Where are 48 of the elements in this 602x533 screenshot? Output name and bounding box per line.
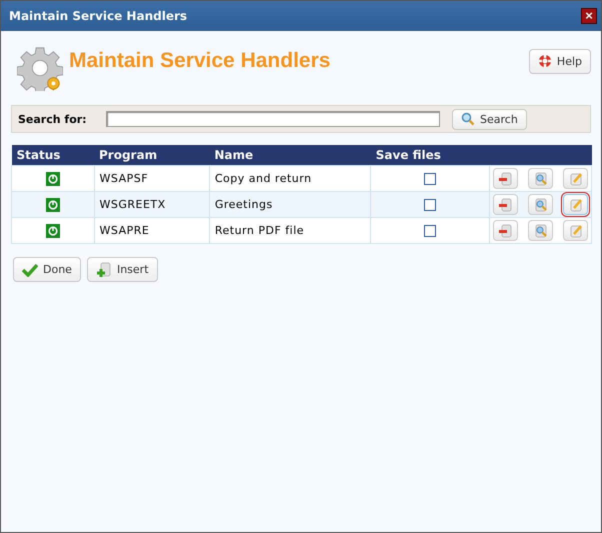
edit-button[interactable]: [563, 168, 588, 189]
checkmark-icon: [22, 262, 38, 276]
view-button[interactable]: [528, 220, 553, 241]
table-cell: Copy and return: [209, 166, 371, 192]
remove-document-icon: [498, 222, 514, 238]
delete-button[interactable]: [493, 168, 518, 189]
table-row[interactable]: WSGREETX Greetings: [12, 192, 592, 218]
add-document-icon: [96, 262, 112, 278]
remove-document-icon: [498, 170, 514, 186]
column-header: Status: [12, 145, 94, 166]
checkbox[interactable]: [424, 224, 436, 237]
table-row[interactable]: WSAPSF Copy and return: [12, 166, 592, 192]
table-cell: Greetings: [209, 192, 371, 218]
delete-button[interactable]: [493, 194, 518, 215]
magnifier-icon: [532, 196, 548, 212]
help-button[interactable]: Help: [528, 48, 591, 74]
window-title: Maintain Service Handlers: [9, 9, 188, 23]
table-cell: Return PDF file: [209, 218, 371, 244]
delete-button[interactable]: [493, 220, 518, 241]
done-button[interactable]: Done: [13, 257, 81, 282]
magnifier-icon: [532, 222, 548, 238]
remove-document-icon: [498, 196, 514, 212]
close-button[interactable]: ×: [581, 8, 597, 24]
pencil-icon: [568, 170, 584, 186]
view-button[interactable]: [528, 168, 553, 189]
search-button[interactable]: Search: [452, 108, 527, 130]
column-header: Program: [94, 145, 210, 166]
pencil-icon: [568, 222, 584, 238]
table-row[interactable]: WSAPRE Return PDF file: [12, 218, 592, 244]
edit-button[interactable]: [563, 194, 588, 215]
magnifier-icon: [532, 170, 548, 186]
search-label: Search for:: [18, 112, 88, 126]
lifebuoy-icon: [538, 54, 552, 68]
column-header: Save files: [370, 145, 490, 166]
checkbox[interactable]: [424, 172, 436, 185]
table-cell: WSAPRE: [94, 218, 210, 244]
table-cell: WSAPSF: [94, 166, 210, 192]
search-field[interactable]: [106, 111, 440, 127]
edit-button[interactable]: [563, 220, 588, 241]
search-icon: [461, 112, 475, 126]
pencil-icon: [568, 196, 584, 212]
table-cell: WSGREETX: [94, 192, 210, 218]
column-header: Name: [209, 145, 371, 166]
page-title: Maintain Service Handlers: [69, 49, 332, 73]
insert-button[interactable]: Insert: [86, 257, 158, 282]
view-button[interactable]: [528, 194, 553, 215]
gear-icon: [17, 45, 63, 91]
checkbox[interactable]: [424, 198, 436, 211]
